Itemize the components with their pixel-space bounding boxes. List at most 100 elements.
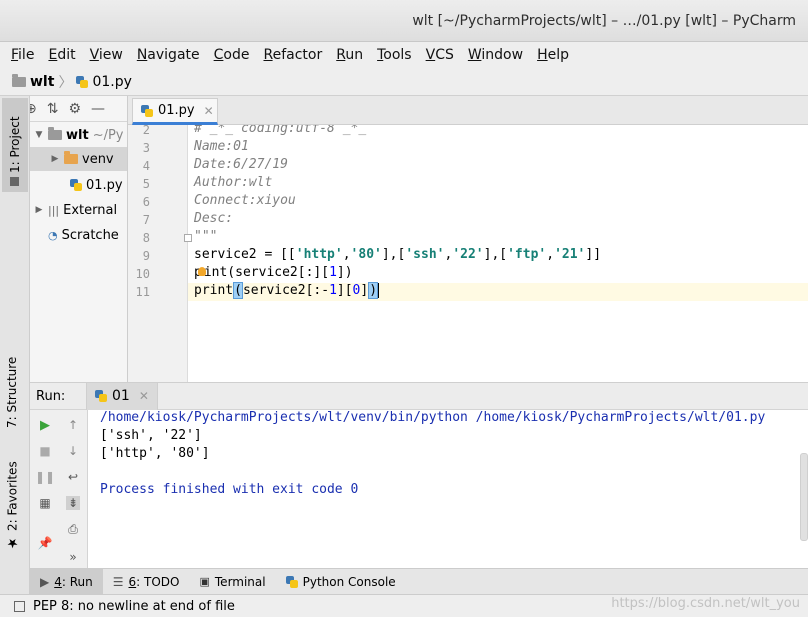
rerun-icon[interactable]: ▶ [38,418,52,433]
tab-terminal[interactable]: ▣ Terminal [189,569,275,595]
breadcrumb-file[interactable]: 01.py [76,73,132,90]
editor-tab-bar: 01.py ✕ [128,96,808,125]
watermark-text: https://blog.csdn.net/wlt_you [611,596,800,611]
run-tab-label: 01 [112,388,130,404]
code-line[interactable]: Connect:xiyou [194,193,296,208]
soft-wrap-icon[interactable]: ↩ [66,470,80,484]
up-arrow-icon[interactable]: ↑ [66,418,80,432]
menu-vcs[interactable]: VCS [419,47,461,63]
scroll-to-end-icon[interactable]: ⇟ [66,496,80,510]
close-icon[interactable]: ✕ [204,104,214,118]
run-label: Run: [36,388,66,404]
gear-icon[interactable]: ⚙ [68,101,81,117]
tree-item-external-libraries[interactable]: ▶ ||| External [34,198,118,222]
menu-edit[interactable]: Edit [41,47,82,63]
folder-icon [48,127,62,140]
menu-run[interactable]: Run [329,47,370,63]
menu-refactor[interactable]: Refactor [256,47,329,63]
python-file-icon [70,179,82,191]
run-tab-01[interactable]: 01 ✕ [86,382,158,410]
code-line[interactable]: Desc: [194,211,233,226]
run-icon: ▶ [40,574,50,589]
breadcrumb-file-label: 01.py [92,73,132,90]
python-file-icon [95,390,107,402]
line-number: 3 [142,141,150,155]
menu-code[interactable]: Code [207,47,257,63]
code-line[interactable]: Date:6/27/19 [194,157,288,172]
pin-icon[interactable]: 📌 [38,536,53,550]
tab-project-label: 1: Project [8,116,22,173]
navigation-bar: wlt 〉 01.py [0,68,808,96]
tool-windows-toggle-icon[interactable] [14,600,25,612]
breadcrumb-project[interactable]: wlt [12,73,54,90]
console-line: ['ssh', '22'] [100,428,202,443]
line-number: 5 [142,177,150,191]
code-line[interactable]: pint(service2[:][1]) [194,265,353,280]
menu-navigate[interactable]: Navigate [130,47,207,63]
tree-item-file[interactable]: 01.py [70,173,123,197]
python-console-icon [285,575,298,588]
tree-item-venv[interactable]: ▶ venv [30,147,127,171]
tab-project[interactable]: 1: Project [2,98,28,192]
close-icon[interactable]: ✕ [139,389,149,403]
window-title: wlt [~/PycharmProjects/wlt] – …/01.py [w… [412,13,796,29]
line-number: 9 [142,249,150,263]
collapsed-arrow-icon: ▶ [35,205,43,215]
line-number: 4 [142,159,150,173]
tree-item-scratches[interactable]: ◔ Scratche [48,223,119,247]
code-line[interactable]: service2 = [['http','80'],['ssh','22'],[… [194,247,601,262]
code-line[interactable]: Author:wlt [194,175,272,190]
tab-run-key: 4 [54,574,62,589]
console-scrollbar[interactable] [800,453,808,541]
line-number: 8 [142,231,150,245]
crosshair-icon[interactable]: ⊕ [30,101,37,117]
tab-structure[interactable]: 7: Structure [3,352,21,434]
tab-todo[interactable]: ☰ 6: TODO [103,569,190,595]
print-icon[interactable]: ⎙ [66,522,80,536]
tree-external-label: External [63,202,118,218]
fold-marker-icon[interactable] [184,234,192,242]
more-icon[interactable]: » [66,550,80,564]
window-title-bar: wlt [~/PycharmProjects/wlt] – …/01.py [w… [0,0,808,42]
tab-01-py-label: 01.py [158,103,195,118]
scratches-icon: ◔ [48,228,58,242]
line-number: 7 [142,213,150,227]
code-line[interactable]: # _*_ coding:utf-8 _*_ [194,125,366,136]
project-panel: ⊕ ⇅ ⚙ — ▼ wlt ~/Py ▶ venv 01.py ▶ ||| Ex… [30,96,128,382]
layout-icon[interactable]: ▦ [38,496,52,510]
expanded-arrow-icon: ▼ [35,130,43,140]
code-line[interactable]: print(service2[:-1][0]) [194,282,380,299]
menu-tools[interactable]: Tools [370,47,419,63]
down-arrow-icon[interactable]: ↓ [66,444,80,458]
line-number: 6 [142,195,150,209]
python-file-icon [76,75,89,88]
project-icon [10,177,20,186]
pause-icon[interactable]: ❚❚ [35,470,55,484]
menu-view[interactable]: View [83,47,130,63]
menu-bar: File Edit View Navigate Code Refactor Ru… [0,42,808,68]
left-tool-strip: 1: Project 7: Structure ★ 2: Favorites [0,96,30,594]
tree-scratches-label: Scratche [61,227,119,243]
tree-item-root[interactable]: ▼ wlt ~/Py [34,123,124,147]
line-number: 2 [142,125,150,137]
line-number: 11 [135,285,150,299]
run-toolbar: ▶ ↑ ■ ↓ ❚❚ ↩ ▦ ⇟ ⎙ 📌 » [30,410,88,569]
tab-favorites[interactable]: ★ 2: Favorites [3,461,22,556]
collapse-all-icon[interactable]: ⇅ [47,101,59,117]
status-message: PEP 8: no newline at end of file [33,598,235,614]
minimize-icon[interactable]: — [91,101,105,117]
code-line[interactable]: """ [194,229,217,244]
menu-file[interactable]: File [4,47,41,63]
stop-icon[interactable]: ■ [38,444,52,458]
tab-python-console[interactable]: Python Console [276,569,406,595]
code-editor[interactable]: 2 # _*_ coding:utf-8 _*_ 3 Name:01 4 Date:6/2… [128,125,808,382]
menu-window[interactable]: Window [461,47,530,63]
tab-01-py[interactable]: 01.py ✕ [132,98,218,125]
run-console-output[interactable]: /home/kiosk/PycharmProjects/wlt/venv/bin… [100,410,765,500]
code-line[interactable]: Name:01 [194,139,249,154]
menu-help[interactable]: Help [530,47,576,63]
tree-root-path: ~/Py [92,127,124,143]
tab-run[interactable]: ▶ 4: Run [30,568,103,595]
folder-icon [64,151,78,164]
